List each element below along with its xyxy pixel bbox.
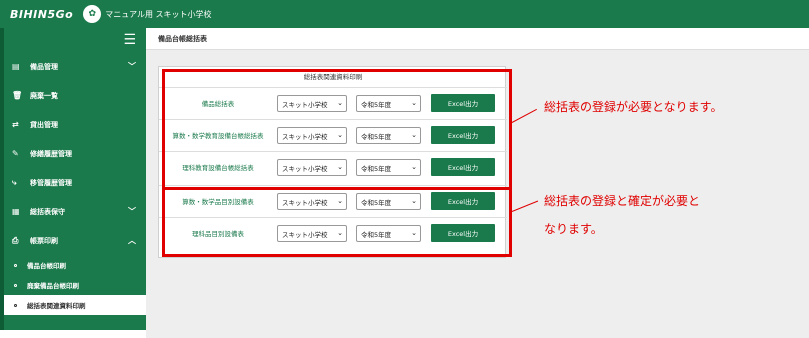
highlight-box-upper (162, 69, 512, 190)
swap-icon: ⇄ (12, 120, 19, 129)
callout-upper: 総括表の登録が必要となります。 (544, 100, 723, 114)
app-logo[interactable]: BIHIN5Go (10, 8, 73, 21)
ledger-icon: ▤ (12, 62, 20, 71)
school-name: マニュアル用 スキット小学校 (105, 9, 212, 19)
sidebar-item-label: 総括表保守 (30, 207, 65, 216)
callout-lower-line2: なります。 (544, 222, 603, 236)
page-title: 備品台帳総括表 (158, 34, 207, 43)
chevron-up-icon: ︿ (128, 236, 136, 245)
sidebar-subitem-ledger-print[interactable]: 備品台帳印刷 (4, 255, 146, 275)
sidebar-subitem-summary-print[interactable]: 総括表関連資料印刷 (4, 295, 146, 315)
sidebar-item-label: 貸出管理 (30, 120, 58, 129)
sidebar: ☰ ▤ 備品管理 ﹀ 🗑 廃棄一覧 ⇄ 貸出管理 ✎ 修繕履歴管理 ⤷ 移管履歴… (0, 28, 146, 330)
sidebar-item-label: 移管履歴管理 (30, 178, 72, 187)
chevron-down-icon: ﹀ (128, 207, 136, 216)
bullet-icon (14, 283, 17, 287)
sidebar-item-print[interactable]: ⎙ 帳票印刷 ︿ (4, 226, 146, 255)
bullet-icon (14, 263, 17, 267)
sidebar-item-summary-maint[interactable]: ▦ 総括表保守 ﹀ (4, 197, 146, 226)
sidebar-subitem-label: 廃棄備品台帳印刷 (27, 282, 79, 290)
sidebar-subitem-label: 備品台帳印刷 (27, 262, 66, 270)
table-icon: ▦ (12, 207, 20, 216)
sidebar-item-label: 帳票印刷 (30, 236, 58, 245)
breadcrumb: 備品台帳総括表 (146, 28, 809, 50)
sidebar-subitem-disposal-print[interactable]: 廃棄備品台帳印刷 (4, 275, 146, 295)
sidebar-item-label: 修繕履歴管理 (30, 149, 72, 158)
sidebar-item-equipment[interactable]: ▤ 備品管理 ﹀ (4, 52, 146, 81)
highlight-box-lower (162, 187, 512, 257)
sidebar-item-transfer[interactable]: ⤷ 移管履歴管理 (4, 168, 146, 197)
sidebar-item-lending[interactable]: ⇄ 貸出管理 (4, 110, 146, 139)
bullet-icon (14, 303, 17, 307)
callout-lower-line1: 総括表の登録と確定が必要と (544, 194, 701, 208)
school-emblem-icon: ✿ (83, 5, 102, 23)
transfer-icon: ⤷ (12, 177, 17, 187)
trash-icon: 🗑 (12, 91, 23, 100)
printer-icon: ⎙ (12, 235, 19, 245)
sidebar-item-repair[interactable]: ✎ 修繕履歴管理 (4, 139, 146, 168)
sidebar-item-disposal[interactable]: 🗑 廃棄一覧 (4, 81, 146, 110)
sidebar-subitem-label: 総括表関連資料印刷 (27, 302, 86, 310)
sidebar-item-label: 備品管理 (30, 62, 58, 71)
top-header-bar: BIHIN5Go ✿ マニュアル用 スキット小学校 (0, 0, 809, 28)
sidebar-item-label: 廃棄一覧 (30, 91, 58, 100)
chevron-down-icon: ﹀ (128, 62, 136, 71)
pencil-icon: ✎ (12, 149, 19, 158)
hamburger-menu-icon[interactable]: ☰ (123, 32, 136, 48)
